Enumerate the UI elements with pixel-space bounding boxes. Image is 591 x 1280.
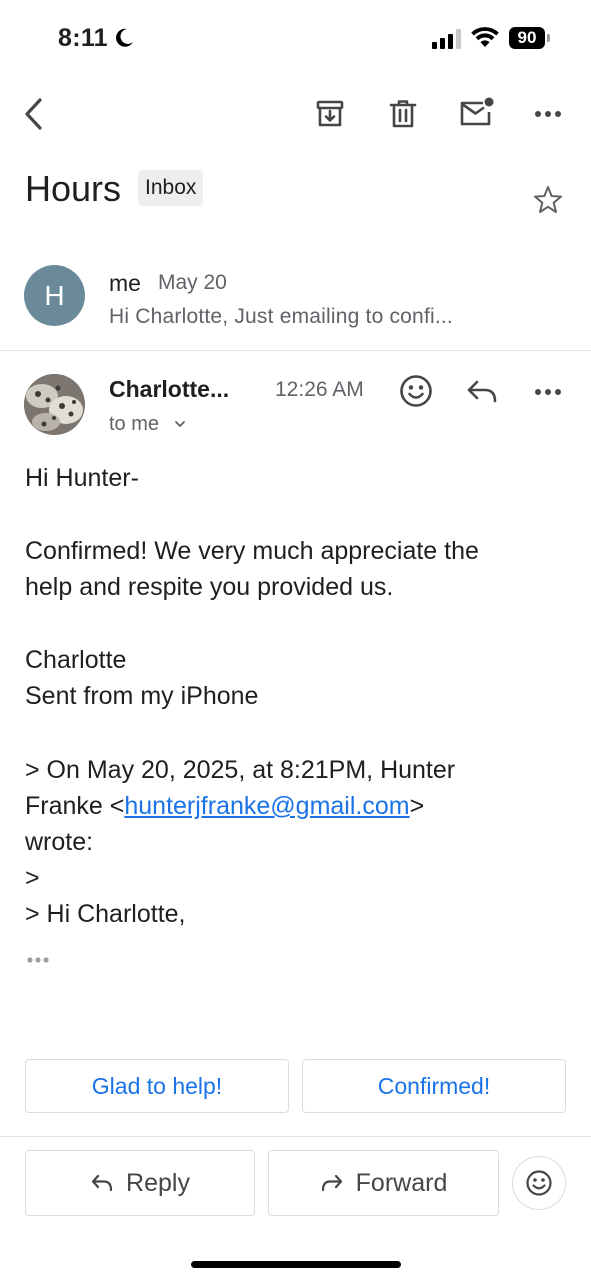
collapsed-snippet: Hi Charlotte, Just emailing to confi... (109, 305, 453, 328)
more-icon (535, 389, 561, 395)
mark-unread-button[interactable] (454, 90, 498, 134)
body-line: Confirmed! We very much appreciate the (25, 537, 479, 565)
forward-label: Forward (355, 1168, 448, 1197)
body-greeting: Hi Hunter- (25, 464, 139, 492)
show-trimmed-content-icon[interactable] (25, 948, 55, 968)
mark-unread-icon (460, 97, 494, 126)
battery-level: 90 (509, 27, 545, 49)
smiley-icon (400, 375, 432, 407)
collapsed-sender: me (109, 270, 141, 296)
avatar: H (24, 265, 85, 326)
emoji-reaction-button[interactable] (512, 1156, 566, 1210)
body-signature: Sent from my iPhone (25, 682, 259, 710)
delete-icon (389, 100, 417, 128)
more-icon (535, 111, 561, 117)
divider (0, 1136, 591, 1137)
signal-icon (432, 29, 461, 49)
forward-button[interactable]: Forward (268, 1150, 499, 1216)
avatar-photo-image (24, 374, 85, 435)
collapsed-message[interactable]: H me May 20 Hi Charlotte, Just emailing … (0, 252, 591, 350)
more-options-button[interactable] (526, 92, 570, 136)
archive-button[interactable] (308, 92, 352, 136)
star-icon (534, 186, 562, 213)
delete-button[interactable] (381, 92, 425, 136)
inbox-label-chip[interactable]: Inbox (138, 170, 204, 206)
quoted-header: > On May 20, 2025, at 8:21PM, Hunter (25, 756, 456, 784)
chevron-down-icon[interactable] (173, 418, 187, 430)
smart-reply-button[interactable]: Confirmed! (302, 1059, 566, 1113)
archive-icon (316, 100, 344, 127)
recipients-toggle[interactable]: to me (109, 413, 159, 436)
quoted-wrote: wrote: (25, 828, 94, 856)
back-arrow-icon (25, 98, 42, 130)
body-line: help and respite you provided us. (25, 573, 394, 601)
reply-label: Reply (126, 1168, 190, 1197)
star-button[interactable] (528, 180, 568, 220)
status-time: 8:11 (58, 24, 108, 52)
back-button[interactable] (12, 92, 56, 136)
collapsed-date: May 20 (158, 271, 227, 294)
home-indicator (191, 1261, 401, 1268)
reply-icon (91, 1174, 113, 1192)
battery-tip (547, 34, 550, 42)
reply-button[interactable]: Reply (25, 1150, 255, 1216)
email-link[interactable]: hunterjfranke@gmail.com (124, 792, 409, 820)
wifi-icon (471, 27, 499, 47)
forward-icon (321, 1174, 342, 1192)
add-reaction-button[interactable] (395, 370, 437, 412)
divider (0, 350, 591, 351)
quoted-name-prefix: Franke < (25, 792, 125, 820)
sender-name[interactable]: Charlotte... (109, 376, 229, 403)
smart-reply-button[interactable]: Glad to help! (25, 1059, 289, 1113)
message-time: 12:26 AM (275, 378, 364, 401)
subject-title: Hours (25, 168, 122, 209)
battery-indicator: 90 (509, 27, 551, 49)
quoted-blank: > (25, 864, 40, 892)
smiley-icon (526, 1170, 552, 1196)
message-more-button[interactable] (527, 372, 569, 412)
reply-icon (467, 380, 497, 403)
body-signoff: Charlotte (25, 646, 127, 674)
sender-avatar (24, 374, 85, 435)
quoted-greeting: > Hi Charlotte, (25, 900, 186, 928)
reply-icon-button[interactable] (462, 372, 502, 412)
moon-icon (116, 28, 133, 47)
quoted-name-suffix: > (409, 792, 425, 820)
quoted-sender-line: Franke <hunterjfranke@gmail.com> (25, 788, 424, 824)
status-bar: 8:11 90 (0, 0, 591, 80)
